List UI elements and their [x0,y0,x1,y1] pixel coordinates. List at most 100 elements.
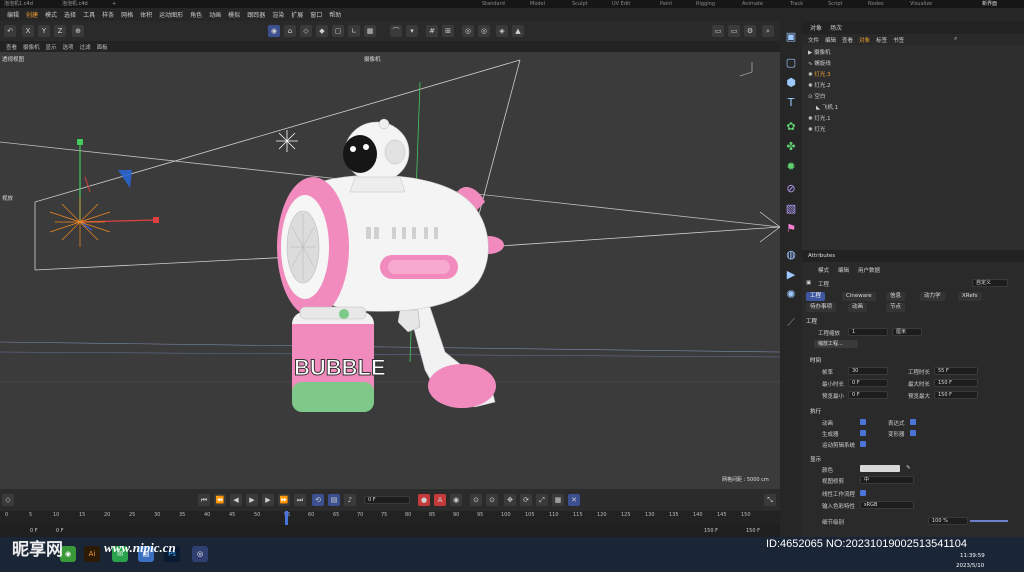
object-row[interactable]: ✺ 灯光 [808,125,825,136]
layout-tab[interactable]: Script [828,0,843,8]
grid-icon[interactable]: # [426,25,438,37]
viewport-menu-item[interactable]: 过滤 [80,43,91,51]
layout-tab[interactable]: Rigging [696,0,715,8]
prev-key-icon[interactable]: ⏪ [214,494,226,506]
layout-tab[interactable]: Paint [660,0,672,8]
lod-field[interactable]: 100 % [928,517,968,525]
frame-range-bar[interactable]: 0 F 0 F 150 F 150 F [0,525,780,537]
preset-dropdown[interactable]: 自定义 [972,279,1008,287]
attr-menu-item[interactable]: 用户数据 [858,266,880,274]
range-start-preview[interactable]: 0 F [56,528,64,534]
axis-mode-icon[interactable]: ∟ [348,25,360,37]
coordinate-system-icon[interactable]: ⊕ [72,25,84,37]
camera-label[interactable]: 摄像机 [364,55,381,63]
light-icon[interactable]: ✺ [783,287,799,303]
exec-motion-checkbox[interactable] [860,441,866,447]
menu-item[interactable]: 跟踪器 [247,10,265,19]
move-key-icon[interactable]: ✥ [504,494,516,506]
range-start[interactable]: 0 F [30,528,38,534]
fps-field[interactable]: 30 [848,367,888,375]
object-row[interactable]: ✺ 灯光.1 [808,114,831,125]
solo-icon[interactable]: ◎ [462,25,474,37]
input-color-dropdown[interactable]: sRGB [860,501,914,509]
objects-menu-item[interactable]: 文件 [808,36,819,44]
loop-icon[interactable]: ⟲ [312,494,324,506]
deform-icon[interactable]: ◈ [496,25,508,37]
tab-xrefs[interactable]: XRefs [958,292,982,301]
scale-unit-dropdown[interactable]: 厘米 [892,328,922,336]
tab-project[interactable]: 工程 [806,292,826,301]
scale-key-icon[interactable]: ⤢ [536,494,548,506]
menu-item[interactable]: 动画 [209,10,221,19]
effector-icon[interactable]: ✹ [783,159,799,175]
3d-viewport[interactable]: BUBBLE 透视视图 摄像机 视放 网格间距 : 5000 cm [0,52,780,489]
layout-tab[interactable]: Animate [742,0,763,8]
max-time-field[interactable]: 150 F [934,379,978,387]
menu-item[interactable]: 工具 [83,10,95,19]
layout-tab[interactable]: Model [530,0,545,8]
object-row[interactable]: ✺ 灯光.2 [808,81,831,92]
camera-tool-icon[interactable]: ▣ [783,29,799,45]
layout-tab[interactable]: Track [790,0,803,8]
preview-min-field[interactable]: 0 F [848,391,888,399]
key-position-icon[interactable]: ⊙ [470,494,482,506]
objects-menu-item[interactable]: 编辑 [825,36,836,44]
tab-objects[interactable]: 对象 [810,23,822,32]
key-param-icon[interactable]: ⊙ [486,494,498,506]
playhead[interactable] [285,511,288,525]
deformer-icon[interactable]: ⊘ [783,181,799,197]
playback-rate-icon[interactable]: ▤ [328,494,340,506]
cinema4d-app-icon[interactable]: ◎ [192,546,208,562]
preview-max-field[interactable]: 150 F [934,391,978,399]
menu-item[interactable]: 运动图形 [159,10,183,19]
record-icon[interactable]: ● [418,494,430,506]
current-frame-field[interactable]: 0 F [364,496,410,504]
new-layout-label[interactable]: 新界面 [982,0,997,8]
keyframe-icon[interactable]: ◇ [2,494,14,506]
render-settings-icon[interactable]: ⚙ [744,25,756,37]
environment-icon[interactable]: ◍ [783,247,799,263]
scale-field[interactable]: 1 [848,328,888,336]
snap-settings-icon[interactable]: ▾ [406,25,418,37]
scale-project-button[interactable]: 缩放工程... [814,340,858,348]
objects-menu-item[interactable]: 对象 [859,36,870,44]
polygon-mode-icon[interactable]: ◆ [316,25,328,37]
point-mode-icon[interactable]: ⌂ [284,25,296,37]
menu-item[interactable]: 模式 [45,10,57,19]
viewport-menu-item[interactable]: 查看 [6,43,17,51]
illustrator-app-icon[interactable]: Ai [84,546,100,562]
menu-item-create[interactable]: 创建 [26,10,38,19]
axis-y-button[interactable]: Y [38,25,50,37]
text-tool-icon[interactable]: T [783,95,799,111]
brush-icon[interactable]: ⟋ [783,315,799,331]
document-tab[interactable]: 泡泡机1.c4d [4,0,33,8]
range-end[interactable]: 150 F [704,528,718,534]
undo-icon[interactable]: ↶ [4,25,16,37]
exec-expression-checkbox[interactable] [910,419,916,425]
exec-deformer-checkbox[interactable] [910,430,916,436]
linear-workflow-checkbox[interactable] [860,490,866,496]
menu-item[interactable]: 窗口 [310,10,322,19]
texture-mode-icon[interactable]: ▦ [364,25,376,37]
viewport-menu-item[interactable]: 显示 [46,43,57,51]
pla-key-icon[interactable]: ▦ [552,494,564,506]
viewport-menu-item[interactable]: 摄像机 [23,43,40,51]
exec-generator-checkbox[interactable] [860,430,866,436]
camera-object-icon[interactable]: ▶ [783,267,799,283]
attributes-title[interactable]: Attributes [808,253,835,259]
play-icon[interactable]: ▶ [246,494,258,506]
menu-item[interactable]: 网格 [121,10,133,19]
uv-mode-icon[interactable]: ▢ [332,25,344,37]
tab-nodes[interactable]: 节点 [886,303,906,312]
prev-frame-icon[interactable]: ◀ [230,494,242,506]
range-end-preview[interactable]: 150 F [746,528,760,534]
render-picture-icon[interactable]: ▭ [728,25,740,37]
viewport-menu-item[interactable]: 面板 [97,43,108,51]
clip-dropdown[interactable]: 中 [860,476,914,484]
workplane-icon[interactable]: ⊞ [442,25,454,37]
menu-item[interactable]: 编辑 [7,10,19,19]
next-frame-icon[interactable]: ▶ [262,494,274,506]
tab-animation[interactable]: 动画 [848,303,868,312]
sound-icon[interactable]: ♪ [344,494,356,506]
model-mode-icon[interactable]: ◉ [268,25,280,37]
